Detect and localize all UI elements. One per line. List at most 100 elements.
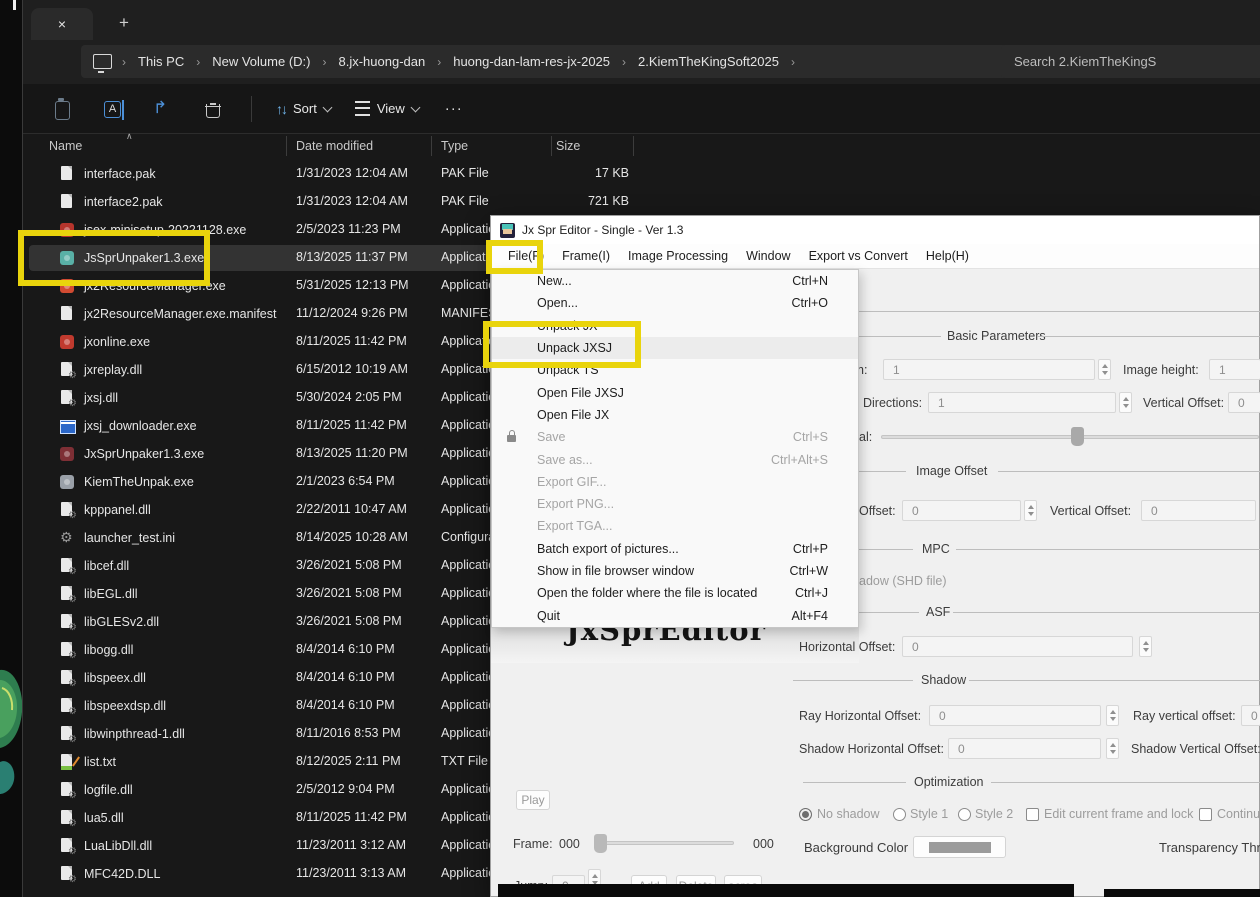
- frame-slider[interactable]: [594, 841, 734, 845]
- menu-item-save[interactable]: Save Ctrl+S: [492, 426, 858, 448]
- explorer-tab[interactable]: ×: [31, 8, 93, 40]
- breadcrumb-segment[interactable]: 8.jx-huong-dan: [334, 52, 429, 71]
- breadcrumb-segment[interactable]: New Volume (D:): [208, 52, 314, 71]
- chevron-down-icon: [322, 102, 333, 112]
- sort-button[interactable]: ↑↓ Sort: [276, 101, 333, 117]
- menu-image-processing[interactable]: Image Processing: [619, 246, 737, 266]
- style1-radio[interactable]: [893, 808, 906, 821]
- file-date: 2/22/2011 10:47 AM: [296, 502, 407, 516]
- menu-item-export-gif[interactable]: Export GIF...: [492, 471, 858, 493]
- search-input[interactable]: Search 2.KiemTheKingS: [1001, 45, 1260, 78]
- editor-title-bar[interactable]: Jx Spr Editor - Single - Ver 1.3: [491, 216, 1259, 244]
- group-line: [969, 680, 1260, 681]
- frame-slider-thumb[interactable]: [594, 834, 607, 853]
- shadow-h-offset-stepper[interactable]: [1106, 738, 1119, 759]
- file-date: 8/11/2016 8:53 PM: [296, 726, 401, 740]
- continue-checkbox[interactable]: [1199, 808, 1212, 821]
- panel-divider: [801, 311, 1260, 312]
- image-h-offset-stepper[interactable]: [1024, 500, 1037, 521]
- menu-item-open-file-jx[interactable]: Open File JX: [492, 404, 858, 426]
- background-color-swatch[interactable]: [913, 836, 1006, 858]
- column-divider[interactable]: [286, 136, 287, 156]
- file-type: PAK File: [441, 194, 489, 208]
- column-divider[interactable]: [431, 136, 432, 156]
- asf-h-offset-stepper[interactable]: [1139, 636, 1152, 657]
- jx-spr-editor-window: Jx Spr Editor - Single - Ver 1.3 File(F)…: [490, 215, 1260, 897]
- rename-button[interactable]: A: [103, 99, 124, 120]
- play-button[interactable]: Play: [516, 790, 550, 810]
- file-type: PAK File: [441, 166, 489, 180]
- menu-frame-i-[interactable]: Frame(I): [553, 246, 619, 266]
- image-h-offset-input[interactable]: 0: [902, 500, 1021, 521]
- menu-item-new[interactable]: New... Ctrl+N: [492, 270, 858, 292]
- interval-label: al:: [859, 430, 873, 444]
- menu-item-export-png[interactable]: Export PNG...: [492, 493, 858, 515]
- vertical-offset-input[interactable]: 0: [1228, 392, 1260, 413]
- breadcrumb-chevron-icon[interactable]: ›: [791, 55, 795, 69]
- menu-item-save-as[interactable]: Save as... Ctrl+Alt+S: [492, 448, 858, 470]
- interval-slider-thumb[interactable]: [1071, 427, 1084, 446]
- file-name: interface2.pak: [84, 194, 163, 209]
- breadcrumb[interactable]: › This PC › New Volume (D:) › 8.jx-huong-dan ›…: [81, 45, 1015, 78]
- paste-button[interactable]: [53, 97, 73, 120]
- no-shadow-radio[interactable]: [799, 808, 812, 821]
- breadcrumb-segment[interactable]: This PC: [134, 52, 188, 71]
- new-tab-button[interactable]: +: [111, 10, 137, 36]
- file-name: jx2ResourceManager.exe.manifest: [84, 306, 277, 321]
- file-icon-dll: ⚙: [59, 725, 77, 745]
- view-button[interactable]: View: [354, 101, 421, 116]
- menu-item-show-in-file-browser-window[interactable]: Show in file browser window Ctrl+W: [492, 560, 858, 582]
- share-button[interactable]: ↱: [153, 98, 173, 119]
- breadcrumb-segment[interactable]: huong-dan-lam-res-jx-2025: [449, 52, 614, 71]
- menu-item-quit[interactable]: Quit Alt+F4: [492, 604, 858, 626]
- continue-label: Continu: [1217, 807, 1260, 821]
- menu-item-shortcut: Alt+F4: [791, 608, 828, 623]
- column-size[interactable]: Size: [556, 139, 580, 153]
- file-name: jxsj_downloader.exe: [84, 418, 197, 433]
- menu-item-batch-export-of-pictures[interactable]: Batch export of pictures... Ctrl+P: [492, 538, 858, 560]
- menu-help-h-[interactable]: Help(H): [917, 246, 978, 266]
- column-divider[interactable]: [633, 136, 634, 156]
- menu-item-label: Open...: [537, 296, 578, 311]
- interval-slider[interactable]: [881, 435, 1259, 439]
- image-height-input[interactable]: 1: [1209, 359, 1260, 380]
- file-icon-page: [59, 193, 75, 210]
- shadow-h-offset-input[interactable]: 0: [948, 738, 1101, 759]
- menu-export-vs-convert[interactable]: Export vs Convert: [800, 246, 917, 266]
- file-row[interactable]: interface2.pak 1/31/2023 12:04 AM PAK File…: [23, 188, 1260, 216]
- file-row[interactable]: interface.pak 1/31/2023 12:04 AM PAK File 1…: [23, 160, 1260, 188]
- column-name[interactable]: Name: [49, 139, 82, 153]
- breadcrumb-chevron-icon: ›: [122, 54, 126, 69]
- tab-close-icon[interactable]: ×: [58, 16, 66, 32]
- menu-item-open-the-folder-where-the-file-is-located[interactable]: Open the folder where the file is locate…: [492, 582, 858, 604]
- edit-current-frame-checkbox[interactable]: [1026, 808, 1039, 821]
- menu-item-open-file-jxsj[interactable]: Open File JXSJ: [492, 381, 858, 403]
- column-date-modified[interactable]: Date modified: [296, 139, 373, 153]
- menu-window[interactable]: Window: [737, 246, 799, 266]
- menu-item-label: Open the folder where the file is locate…: [537, 586, 758, 601]
- delete-button[interactable]: [203, 99, 223, 119]
- menu-item-export-tga[interactable]: Export TGA...: [492, 515, 858, 537]
- directions-stepper[interactable]: [1119, 392, 1132, 413]
- ray-v-offset-input[interactable]: 0: [1241, 705, 1260, 726]
- screen: × + › This PC › New Volume (D:) › 8.jx-huong-…: [0, 0, 1260, 897]
- asf-h-offset-input[interactable]: 0: [902, 636, 1133, 657]
- ray-h-offset-input[interactable]: 0: [929, 705, 1101, 726]
- column-type[interactable]: Type: [441, 139, 468, 153]
- image-width-stepper[interactable]: [1098, 359, 1111, 380]
- file-icon-dll: ⚙: [59, 501, 77, 521]
- ray-h-offset-stepper[interactable]: [1106, 705, 1119, 726]
- view-label: View: [376, 101, 405, 116]
- more-options-button[interactable]: ···: [445, 100, 463, 117]
- annotation-box-file: [18, 230, 210, 286]
- image-width-input[interactable]: 1: [883, 359, 1095, 380]
- column-divider[interactable]: [551, 136, 552, 156]
- file-date: 11/23/2011 3:12 AM: [296, 838, 407, 852]
- shd-shadow-checkbox-label[interactable]: adow (SHD file): [859, 574, 947, 588]
- breadcrumb-chevron-icon: ›: [437, 54, 442, 69]
- menu-item-open[interactable]: Open... Ctrl+O: [492, 292, 858, 314]
- breadcrumb-segment[interactable]: 2.KiemTheKingSoft2025: [634, 52, 783, 71]
- directions-input[interactable]: 1: [928, 392, 1116, 413]
- image-v-offset-input[interactable]: 0: [1141, 500, 1256, 521]
- style2-radio[interactable]: [958, 808, 971, 821]
